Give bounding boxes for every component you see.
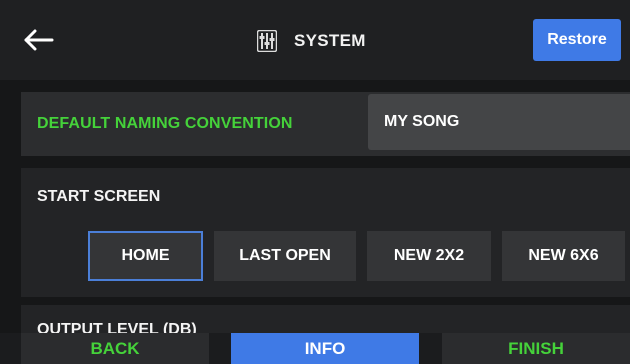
start-screen-label: START SCREEN	[37, 188, 161, 205]
system-screen: SYSTEM Restore DEFAULT NAMING CONVENTION…	[0, 0, 630, 364]
page-title: SYSTEM	[294, 31, 366, 50]
restore-button[interactable]: Restore	[533, 19, 621, 61]
bottom-nav-bar: BACK INFO FINISH	[0, 333, 630, 364]
start-option-home[interactable]: HOME	[88, 231, 203, 281]
naming-convention-label: DEFAULT NAMING CONVENTION	[37, 115, 293, 132]
start-option-new-6x6[interactable]: NEW 6X6	[502, 231, 625, 281]
naming-convention-input[interactable]: MY SONG	[368, 94, 630, 150]
page-title-group: SYSTEM	[256, 28, 366, 54]
finish-button[interactable]: FINISH	[442, 333, 630, 364]
header-bar: SYSTEM Restore	[0, 0, 630, 80]
start-option-new-2x2[interactable]: NEW 2X2	[367, 231, 491, 281]
info-button[interactable]: INFO	[231, 333, 419, 364]
start-option-last-open[interactable]: LAST OPEN	[214, 231, 356, 281]
back-arrow-icon[interactable]	[22, 26, 56, 54]
back-button[interactable]: BACK	[21, 333, 209, 364]
sliders-icon	[256, 30, 278, 52]
naming-convention-row: DEFAULT NAMING CONVENTION MY SONG	[21, 92, 630, 156]
start-screen-section: START SCREEN HOME LAST OPEN NEW 2X2 NEW …	[21, 168, 630, 297]
